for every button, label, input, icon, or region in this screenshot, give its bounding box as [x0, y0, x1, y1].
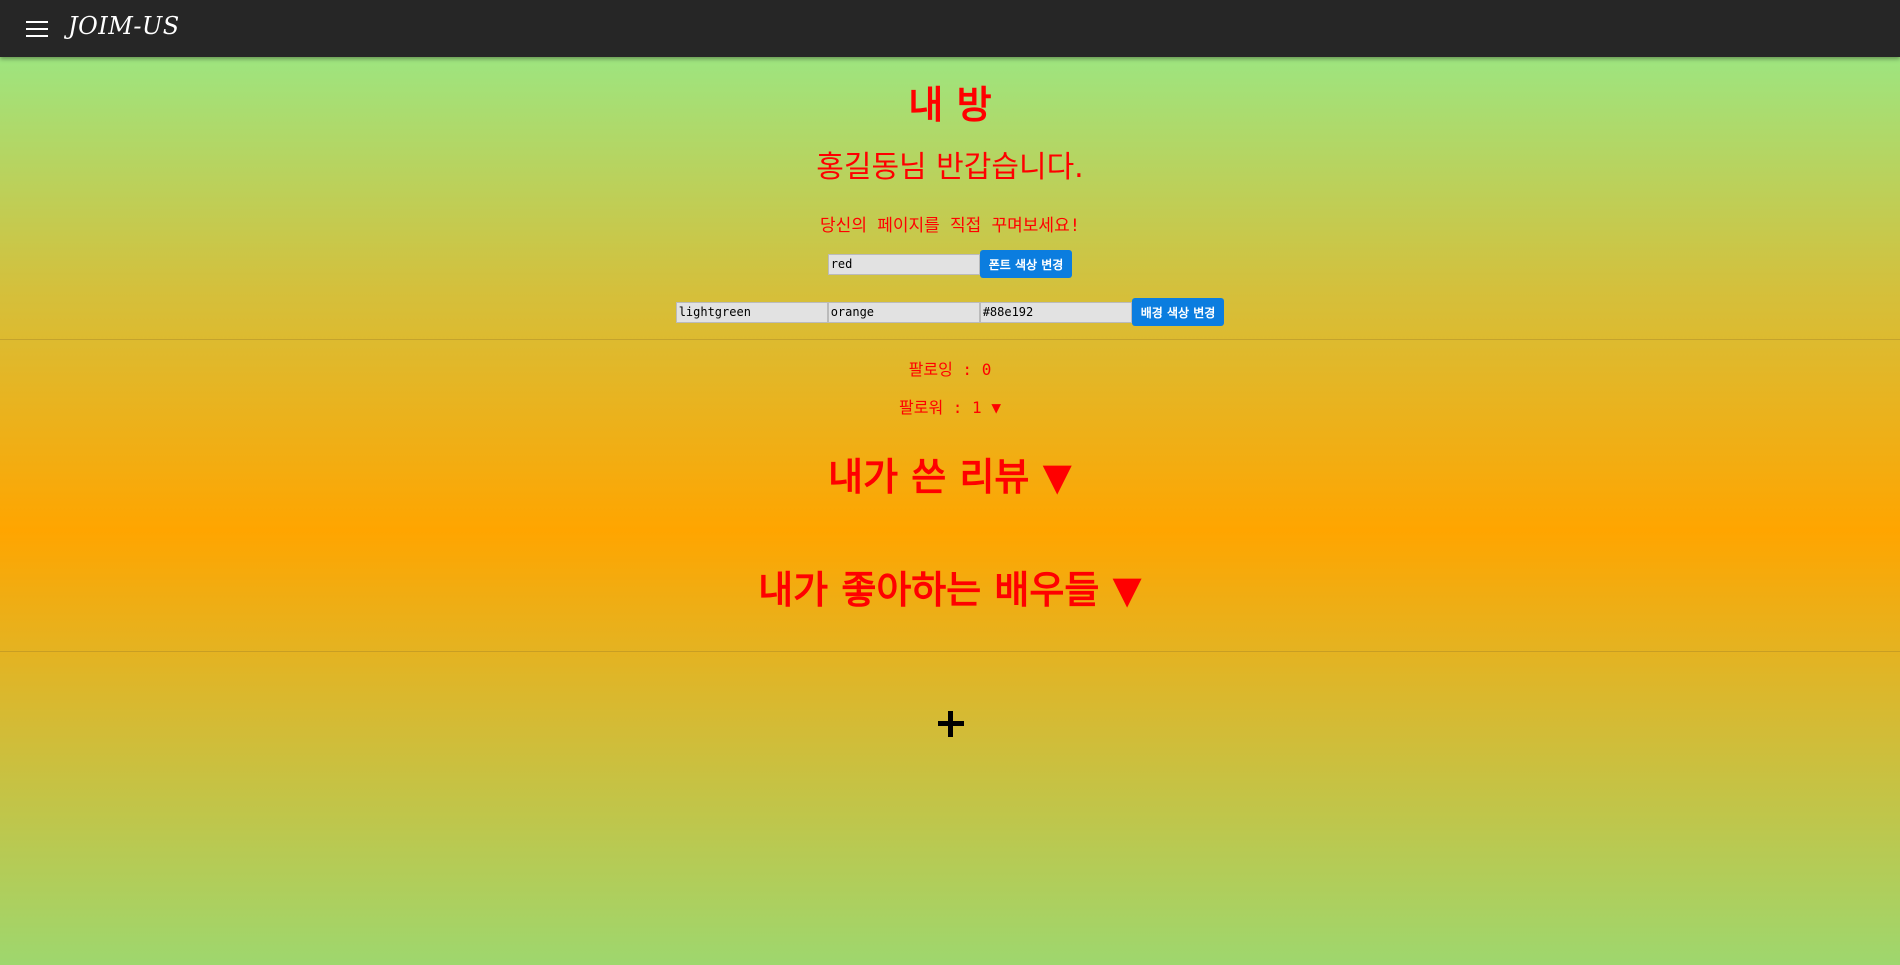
font-color-form: 폰트 색상 변경	[0, 250, 1900, 278]
favorite-actors-label: 내가 좋아하는 배우들	[758, 568, 1100, 612]
top-navbar: JOIM-US	[0, 0, 1900, 57]
section-divider-bottom	[0, 651, 1900, 652]
followers-toggle[interactable]: 팔로워 : 1 ▼	[0, 394, 1900, 418]
favorite-actors-dropdown-icon[interactable]: ▼	[1113, 568, 1142, 612]
font-color-input[interactable]	[827, 253, 980, 275]
following-count: 팔로잉 : 0	[908, 360, 992, 379]
greeting-text: 홍길동님 반갑습니다.	[816, 150, 1084, 185]
plus-icon[interactable]	[938, 711, 964, 737]
background-color-form: 배경 색상 변경	[0, 298, 1900, 326]
bg-color-input-3[interactable]	[979, 301, 1132, 323]
my-reviews-toggle[interactable]: 내가 쓴 리뷰 ▼	[0, 446, 1900, 501]
change-background-color-button[interactable]: 배경 색상 변경	[1131, 298, 1225, 326]
my-reviews-label: 내가 쓴 리뷰	[828, 455, 1030, 499]
favorite-actors-toggle[interactable]: 내가 좋아하는 배우들 ▼	[0, 559, 1900, 614]
subtitle-text: 당신의 페이지를 직접 꾸며보세요!	[820, 216, 1080, 236]
page-title: 내 방	[908, 83, 992, 127]
change-font-color-button[interactable]: 폰트 색상 변경	[979, 250, 1073, 278]
section-divider-top	[0, 339, 1900, 340]
hamburger-menu-icon[interactable]	[26, 17, 48, 41]
followers-count: 팔로워 : 1	[899, 398, 982, 417]
bg-color-input-1[interactable]	[675, 301, 828, 323]
bg-color-input-2[interactable]	[827, 301, 980, 323]
followers-dropdown-icon[interactable]: ▼	[991, 398, 1001, 417]
my-reviews-dropdown-icon[interactable]: ▼	[1043, 455, 1072, 499]
brand-logo[interactable]: JOIM-US	[68, 12, 180, 40]
